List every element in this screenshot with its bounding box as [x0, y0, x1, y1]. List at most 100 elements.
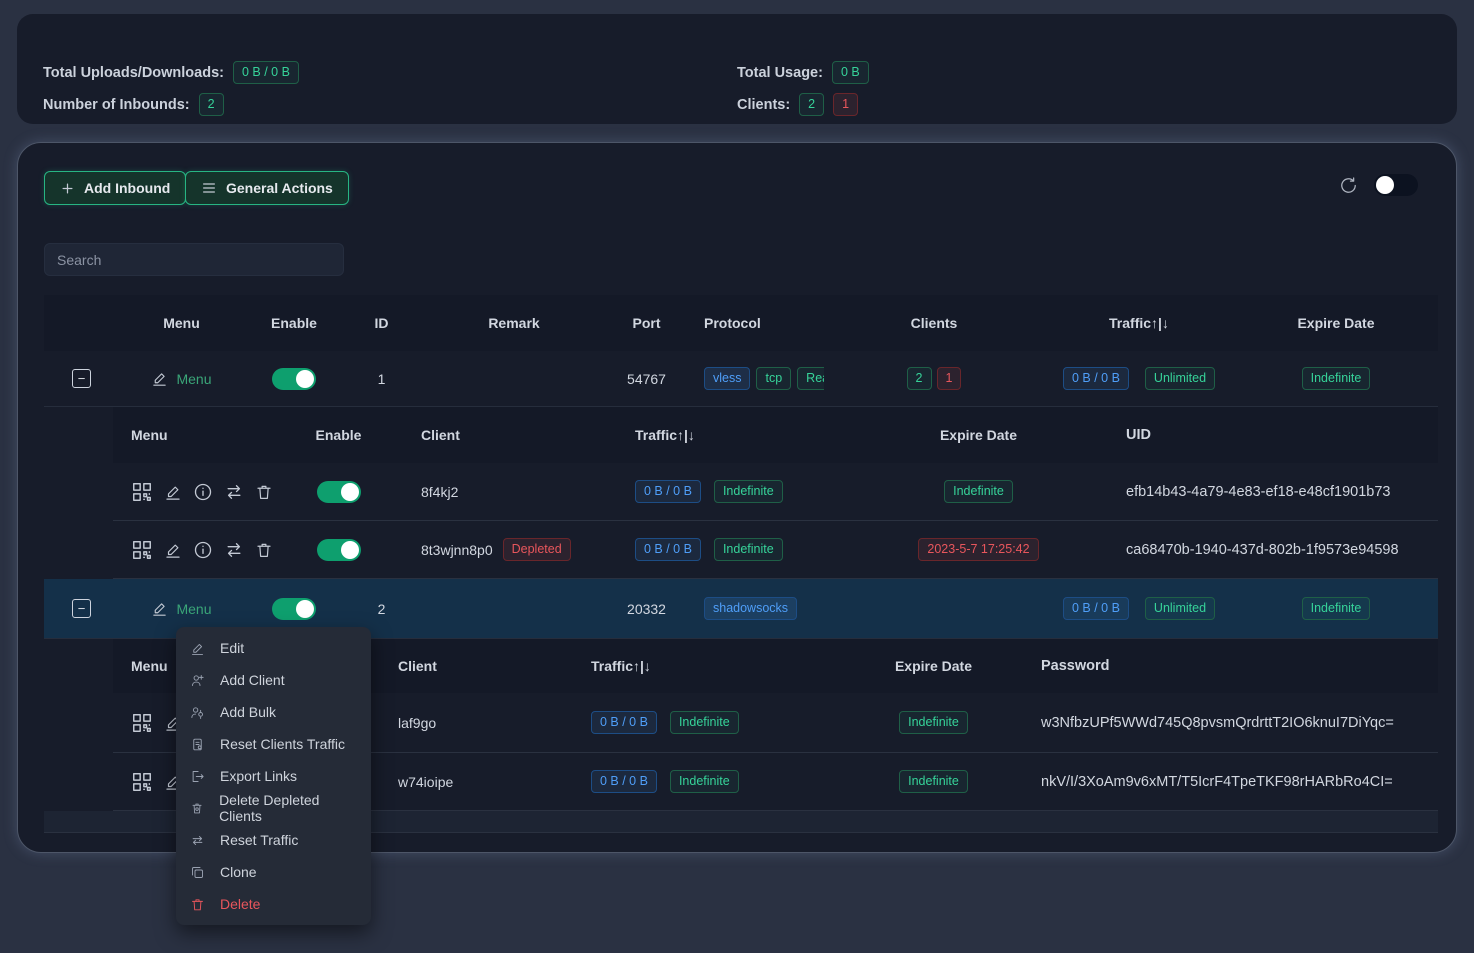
menu-item-reset-traffic[interactable]: Reset Traffic	[176, 824, 371, 856]
client-table-vless: Menu Enable Client Traffic↑|↓ Expire Dat…	[113, 407, 1438, 579]
expire-badge: Indefinite	[899, 770, 968, 793]
inbounds-table-header: Menu Enable ID Remark Port Protocol Clie…	[44, 295, 1438, 351]
traffic-used-badge: 0 B / 0 B	[635, 538, 701, 561]
info-icon[interactable]	[193, 482, 213, 502]
export-links-icon	[190, 769, 205, 784]
edit-pencil-icon	[151, 600, 168, 617]
stat-number-of-inbounds: Number of Inbounds: 2	[43, 93, 224, 116]
security-tag: Reality	[797, 367, 824, 390]
edit-pencil-icon	[190, 641, 205, 656]
menu-item-delete-depleted-clients[interactable]: Delete Depleted Clients	[176, 792, 371, 824]
stat-usage-label: Total Usage:	[737, 65, 823, 81]
refresh-icon[interactable]	[1339, 176, 1358, 195]
qr-code-icon[interactable]	[131, 481, 153, 503]
menu-item-add-client[interactable]: Add Client	[176, 664, 371, 696]
header-client: Client	[386, 427, 601, 443]
menu-item-delete[interactable]: Delete	[176, 888, 371, 920]
clients-depleted-badge: 1	[937, 367, 962, 390]
qr-code-icon[interactable]	[131, 539, 153, 561]
reset-clients-traffic-icon	[190, 737, 205, 752]
traffic-limit-badge: Indefinite	[714, 538, 783, 561]
menu-item-edit[interactable]: Edit	[176, 632, 371, 664]
info-icon[interactable]	[193, 540, 213, 560]
plus-icon	[60, 181, 75, 196]
edit-pencil-icon[interactable]	[164, 483, 182, 501]
general-actions-label: General Actions	[226, 180, 333, 196]
add-inbound-label: Add Inbound	[84, 180, 170, 196]
toggle-knob	[296, 600, 314, 618]
traffic-used-badge: 0 B / 0 B	[635, 480, 701, 503]
client-uid: ca68470b-1940-437d-802b-1f9573e94598	[1076, 542, 1438, 558]
inbound-id: 1	[344, 371, 419, 387]
inbound-menu-link[interactable]: Menu	[151, 600, 211, 617]
delete-depleted-clients-icon	[190, 801, 204, 816]
header-uid: UID	[1076, 427, 1438, 443]
menu-item-label: Reset Clients Traffic	[220, 736, 345, 752]
network-tag: tcp	[756, 367, 791, 390]
header-id: ID	[344, 315, 419, 331]
expire-badge: Indefinite	[1302, 597, 1371, 620]
stat-total-usage: Total Usage: 0 B	[737, 61, 869, 84]
edit-pencil-icon	[151, 370, 168, 387]
trash-icon[interactable]	[255, 541, 273, 559]
header-expire-date: Expire Date	[881, 427, 1076, 443]
general-actions-button[interactable]: General Actions	[185, 171, 349, 205]
collapse-row-button[interactable]: −	[72, 369, 91, 388]
header-expire-date: Expire Date	[846, 658, 1021, 674]
client-password: w3NfbzUPf5WWd745Q8pvsmQrdrttT2IO6knuI7Di…	[1021, 715, 1438, 731]
expire-badge: Indefinite	[944, 480, 1013, 503]
inbound-menu-label: Menu	[176, 371, 211, 387]
depleted-badge: Depleted	[503, 538, 571, 561]
menu-item-add-bulk[interactable]: Add Bulk	[176, 696, 371, 728]
toggle-knob	[1376, 176, 1394, 194]
inbound-menu-link[interactable]: Menu	[151, 370, 211, 387]
header-remark: Remark	[419, 315, 609, 331]
traffic-used-badge: 0 B / 0 B	[591, 711, 657, 734]
menu-item-label: Clone	[220, 864, 257, 880]
search-input[interactable]	[44, 243, 344, 276]
panel-controls	[1339, 174, 1418, 196]
menu-item-clone[interactable]: Clone	[176, 856, 371, 888]
traffic-used-badge: 0 B / 0 B	[591, 770, 657, 793]
inbounds-panel: Add Inbound General Actions Menu Enable …	[17, 142, 1457, 853]
reset-traffic-icon[interactable]	[224, 482, 244, 502]
menu-item-export-links[interactable]: Export Links	[176, 760, 371, 792]
menu-item-label: Reset Traffic	[220, 832, 298, 848]
expire-badge: 2023-5-7 17:25:42	[918, 538, 1038, 561]
inbound-row-1[interactable]: − Menu 1 54767 vless tcp Reality 2	[44, 351, 1438, 407]
inbound-enable-toggle[interactable]	[272, 368, 316, 390]
auto-refresh-toggle[interactable]	[1374, 174, 1418, 196]
inbound-context-menu: Edit Add Client Add Bulk Reset Clients T…	[176, 627, 371, 925]
edit-pencil-icon[interactable]	[164, 541, 182, 559]
traffic-limit-badge: Unlimited	[1145, 597, 1215, 620]
menu-item-label: Delete	[220, 896, 260, 912]
toggle-knob	[341, 483, 359, 501]
header-traffic-sort[interactable]: Traffic↑|↓	[601, 427, 881, 443]
header-traffic-sort[interactable]: Traffic↑|↓	[1044, 315, 1234, 331]
menu-item-reset-clients-traffic[interactable]: Reset Clients Traffic	[176, 728, 371, 760]
client-row: 8f4kj2 0 B / 0 B Indefinite Indefinite e…	[113, 463, 1438, 521]
clone-icon	[190, 865, 205, 880]
client-enable-toggle[interactable]	[317, 539, 361, 561]
inbound-enable-toggle[interactable]	[272, 598, 316, 620]
header-expire-date: Expire Date	[1234, 315, 1438, 331]
header-enable: Enable	[244, 315, 344, 331]
menu-item-label: Add Client	[220, 672, 285, 688]
header-enable: Enable	[291, 427, 386, 443]
qr-code-icon[interactable]	[131, 712, 153, 734]
clients-active-badge: 2	[907, 367, 932, 390]
header-menu: Menu	[119, 315, 244, 331]
stat-clients-label: Clients:	[737, 97, 790, 113]
client-name: w74ioipe	[378, 774, 561, 790]
client-enable-toggle[interactable]	[317, 481, 361, 503]
add-inbound-button[interactable]: Add Inbound	[44, 171, 186, 205]
reset-traffic-icon[interactable]	[224, 540, 244, 560]
header-traffic-sort[interactable]: Traffic↑|↓	[561, 658, 846, 674]
protocol-tag: shadowsocks	[704, 597, 797, 620]
inbound-port: 54767	[609, 371, 684, 387]
trash-icon[interactable]	[255, 483, 273, 501]
traffic-limit-badge: Indefinite	[670, 711, 739, 734]
expire-badge: Indefinite	[899, 711, 968, 734]
qr-code-icon[interactable]	[131, 771, 153, 793]
collapse-row-button[interactable]: −	[72, 599, 91, 618]
